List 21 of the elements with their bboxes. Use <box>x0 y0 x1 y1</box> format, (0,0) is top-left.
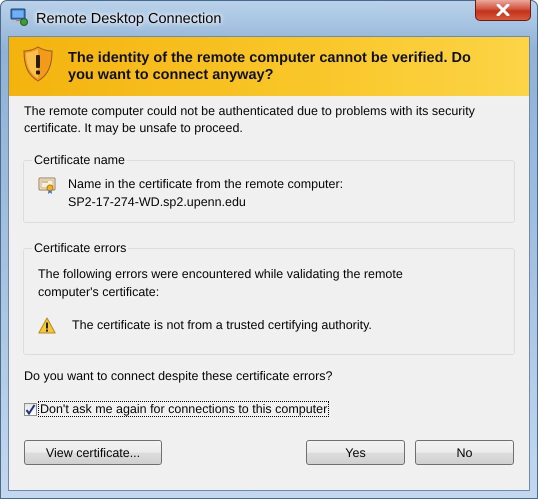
question-text: Do you want to connect despite these certificate errors? <box>24 369 334 383</box>
dialog-button[interactable]: No <box>415 440 514 465</box>
warning-message: The identity of the remote computer cannot be verified. Do you want to connect anyway? <box>68 50 472 84</box>
group-title: Certificate name <box>33 153 126 167</box>
shield-warning-icon <box>22 46 54 82</box>
close-icon <box>496 4 510 16</box>
certificate-icon <box>38 176 56 194</box>
checkbox-label[interactable]: Don't ask me again for connections to this computer <box>39 402 328 416</box>
window-title: Remote Desktop Connection <box>36 10 222 26</box>
monitor-icon <box>10 8 28 26</box>
dialog-button[interactable]: Yes <box>306 440 405 465</box>
view-certificate-button[interactable]: View certificate... <box>24 440 162 465</box>
intro-text: The remote computer could not be authenticated due to problems with its security certificate. It may be unsafe to proceed. <box>24 103 476 137</box>
group-title: Certificate errors <box>33 241 128 255</box>
warning-icon <box>38 317 56 334</box>
certificate-value: SP2-17-274-WD.sp2.upenn.edu <box>68 194 247 211</box>
errors-intro: The following errors were encountered while validating the remote computer's certificate: <box>38 266 404 301</box>
error-text: The certificate is not from a trusted certifying authority. <box>72 317 372 334</box>
certificate-label: Name in the certificate from the remote computer: <box>68 176 344 193</box>
close-button[interactable] <box>475 0 531 21</box>
checkbox[interactable] <box>24 402 37 416</box>
